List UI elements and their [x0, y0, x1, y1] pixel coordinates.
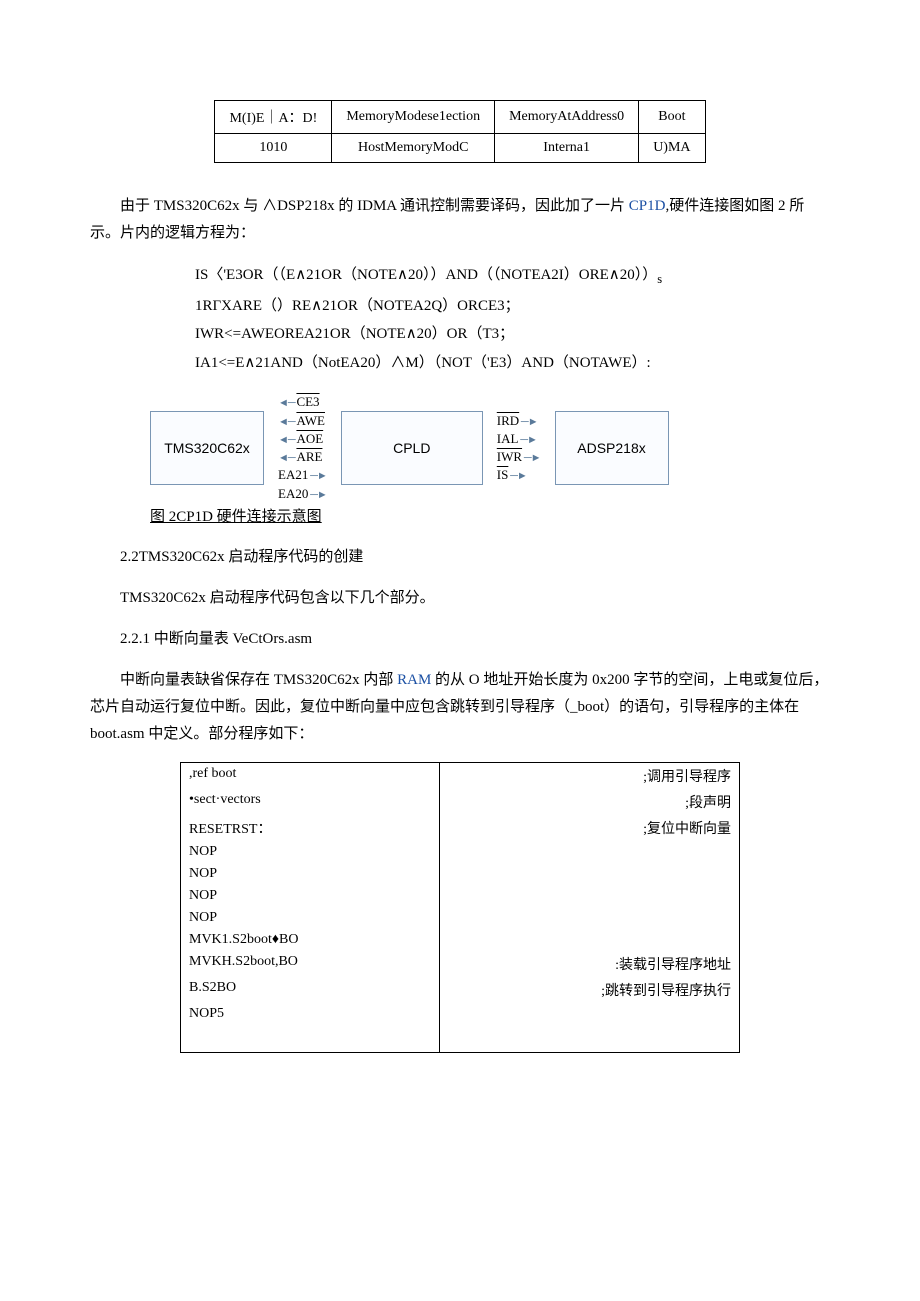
- code-row: NOP5: [181, 1003, 740, 1053]
- figure-caption: 图 2CP1D 硬件连接示意图: [150, 505, 830, 526]
- code-row: RESETRST：;复位中断向量: [181, 815, 740, 841]
- th-memaddr: MemoryAtAddress0: [495, 101, 639, 134]
- code-row: NOP: [181, 863, 740, 885]
- code-table: ,ref boot;调用引导程序 •sect·vectors;段声明 RESET…: [180, 762, 740, 1053]
- hardware-diagram: TMS320C62x CE3 AWE AOE ARE EA21 EA20 CPL…: [90, 395, 830, 501]
- paragraph-2-2: TMS320C62x 启动程序代码包含以下几个部分。: [90, 585, 830, 612]
- text: 由于 TMS320C62x 与 ∧DSP218x 的 IDMA 通讯控制需要译码…: [120, 198, 625, 214]
- code-row: ,ref boot;调用引导程序: [181, 763, 740, 790]
- th-boot: Boot: [639, 101, 705, 134]
- heading-2-2-1: 2.2.1 中断向量表 VeCtOrs.asm: [90, 626, 830, 653]
- mode-table: M(I)E｜A：D! MemoryModese1ection MemoryAtA…: [214, 100, 705, 163]
- paragraph-2-2-1: 中断向量表缺省保存在 TMS320C62x 内部 RAM 的从 O 地址开始长度…: [90, 667, 830, 748]
- th-memsel: MemoryModese1ection: [332, 101, 495, 134]
- box-tms: TMS320C62x: [150, 411, 264, 485]
- paragraph-intro: 由于 TMS320C62x 与 ∧DSP218x 的 IDMA 通讯控制需要译码…: [90, 193, 830, 247]
- code-row: B.S2BO;跳转到引导程序执行: [181, 977, 740, 1003]
- table-row: 1010 HostMemoryModC Interna1 U)MA: [215, 134, 705, 163]
- td-memsel: HostMemoryModC: [332, 134, 495, 163]
- right-signals: IRD IAL IWR IS: [497, 414, 541, 483]
- link-ram[interactable]: RAM: [397, 672, 431, 688]
- left-signals: CE3 AWE AOE ARE EA21 EA20: [278, 395, 327, 501]
- code-row: NOP: [181, 885, 740, 907]
- box-adsp: ADSP218x: [555, 411, 669, 485]
- equation-3: IWR<=AWEOREA21OR（NOTE∧20）OR（T3；: [195, 320, 830, 349]
- equation-1: IS〈'E3OR（（E∧21OR（NOTE∧20））AND（（NOTEA2I）O…: [195, 261, 830, 292]
- equation-2: 1RΓXARE（）RE∧21OR（NOTEA2Q）ORCE3；: [195, 292, 830, 321]
- td-boot: U)MA: [639, 134, 705, 163]
- code-row: MVKH.S2boot,BO:装载引导程序地址: [181, 951, 740, 977]
- td-memaddr: Interna1: [495, 134, 639, 163]
- box-cpld: CPLD: [341, 411, 483, 485]
- heading-2-2: 2.2TMS320C62x 启动程序代码的创建: [90, 544, 830, 571]
- table-row: M(I)E｜A：D! MemoryModese1ection MemoryAtA…: [215, 101, 705, 134]
- page: M(I)E｜A：D! MemoryModese1ection MemoryAtA…: [0, 0, 920, 1113]
- code-row: MVK1.S2boot♦BO: [181, 929, 740, 951]
- code-row: •sect·vectors;段声明: [181, 789, 740, 815]
- equation-4: IA1<=E∧21AND（NotEA20）∧M）（NOT（'E3）AND（NOT…: [195, 349, 830, 378]
- code-row: NOP: [181, 907, 740, 929]
- text: 中断向量表缺省保存在 TMS320C62x 内部: [120, 672, 397, 688]
- td-mode: 1010: [215, 134, 332, 163]
- th-mode: M(I)E｜A：D!: [215, 101, 332, 134]
- code-row: NOP: [181, 841, 740, 863]
- equations-block: IS〈'E3OR（（E∧21OR（NOTE∧20））AND（（NOTEA2I）O…: [195, 261, 830, 377]
- link-cp1d[interactable]: CP1D: [629, 198, 666, 214]
